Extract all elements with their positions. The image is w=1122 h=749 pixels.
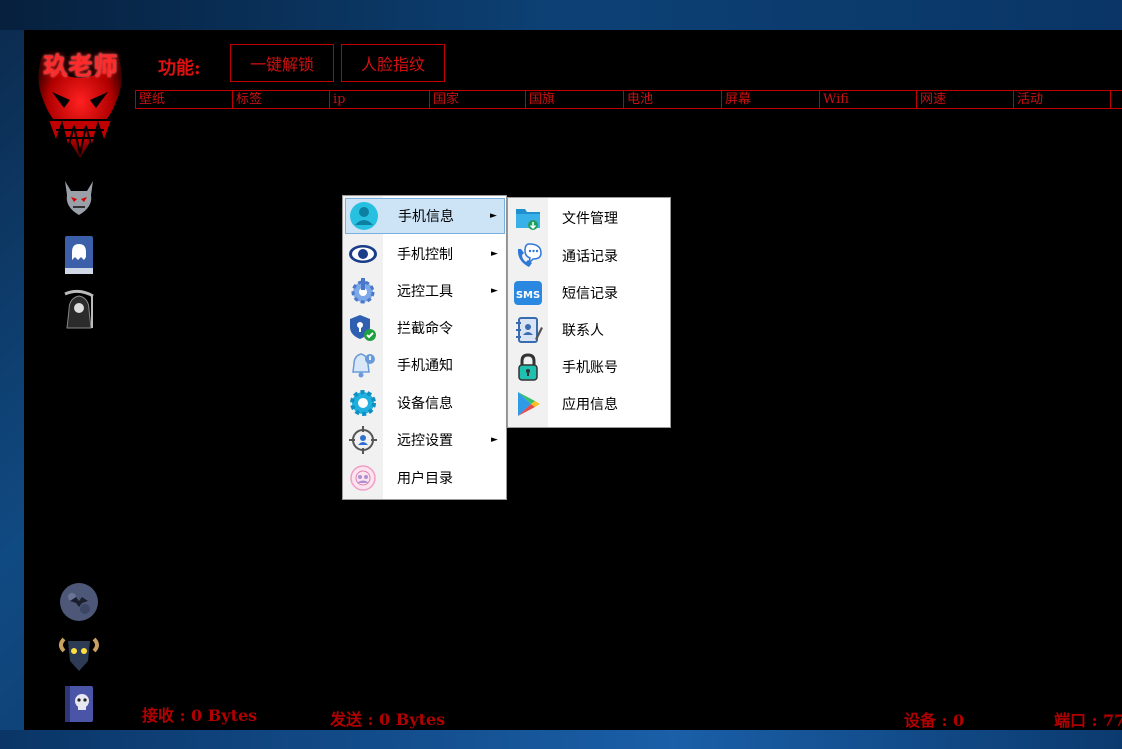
submenu-item-label: 短信记录 xyxy=(562,286,618,302)
menu-item-label: 用户目录 xyxy=(397,471,453,487)
padlock-icon xyxy=(510,349,546,385)
column-header[interactable]: 电池 xyxy=(623,91,721,108)
target-user-icon xyxy=(345,422,381,458)
column-header[interactable]: 活动 xyxy=(1013,91,1110,108)
sms-text: SMS xyxy=(516,290,540,301)
user-directory-icon xyxy=(345,460,381,496)
device-table-header: 壁纸 标签 ip 国家 国旗 电池 屏幕 Wifi 网速 活动 xyxy=(135,90,1122,109)
menu-item-phone-info[interactable]: 手机信息 ► xyxy=(345,198,505,234)
contact-icon xyxy=(346,198,382,234)
column-header[interactable]: 屏幕 xyxy=(721,91,819,108)
menu-item-device-info[interactable]: 设备信息 xyxy=(345,385,505,421)
menu-item-label: 拦截命令 xyxy=(397,321,453,337)
menu-item-remote-settings[interactable]: 远控设置 ► xyxy=(345,422,505,458)
function-label: 功能: xyxy=(158,58,201,79)
menu-item-label: 手机通知 xyxy=(397,358,453,374)
submenu-item-sms-log[interactable]: SMS 短信记录 xyxy=(510,275,668,311)
submenu-item-label: 应用信息 xyxy=(562,397,618,413)
send-bytes-status: 发送 : 0 Bytes xyxy=(330,710,446,729)
skull-book-icon[interactable] xyxy=(57,682,101,726)
desktop-background-top xyxy=(0,0,1122,30)
submenu-item-label: 手机账号 xyxy=(562,360,618,376)
submenu-arrow-icon: ► xyxy=(491,435,498,445)
face-fingerprint-button[interactable]: 人脸指纹 xyxy=(341,44,445,82)
folder-icon xyxy=(510,200,546,236)
bell-icon xyxy=(345,347,381,383)
submenu-item-contacts[interactable]: 联系人 xyxy=(510,312,668,348)
play-store-icon xyxy=(510,386,546,422)
shield-icon xyxy=(345,310,381,346)
settings-icon xyxy=(345,385,381,421)
submenu-item-label: 文件管理 xyxy=(562,211,618,227)
gear-tool-icon xyxy=(345,273,381,309)
submenu-arrow-icon: ► xyxy=(491,286,498,296)
menu-item-remote-tools[interactable]: 远控工具 ► xyxy=(345,273,505,309)
column-header[interactable]: 国家 xyxy=(429,91,525,108)
menu-item-phone-control[interactable]: 手机控制 ► xyxy=(345,236,505,272)
menu-item-label: 设备信息 xyxy=(397,396,453,412)
app-logo: 玖老师 xyxy=(30,36,130,160)
menu-item-label: 远控工具 xyxy=(397,284,453,300)
submenu-item-app-info[interactable]: 应用信息 xyxy=(510,386,668,422)
menu-item-user-directory[interactable]: 用户目录 xyxy=(345,460,505,496)
column-header[interactable]: ip xyxy=(329,91,429,108)
ram-skull-icon[interactable] xyxy=(57,630,101,674)
port-status: 端口 : 77 xyxy=(1054,711,1122,730)
ghost-book-icon[interactable] xyxy=(57,233,101,277)
devil-mask-icon[interactable] xyxy=(57,175,101,219)
submenu-item-phone-account[interactable]: 手机账号 xyxy=(510,349,668,385)
column-header[interactable] xyxy=(1110,91,1122,108)
device-context-menu: 手机信息 ► 手机控制 ► 远控工具 ► 拦截命令 手机通知 设备信息 远控设置… xyxy=(342,195,507,500)
column-header[interactable]: Wifi xyxy=(819,91,916,108)
menu-item-label: 手机控制 xyxy=(397,247,453,263)
logo-text: 玖老师 xyxy=(43,51,119,80)
desktop-background-bottom xyxy=(0,730,1122,749)
submenu-item-file-manager[interactable]: 文件管理 xyxy=(510,200,668,236)
column-header[interactable]: 网速 xyxy=(916,91,1013,108)
menu-item-phone-notifications[interactable]: 手机通知 xyxy=(345,347,505,383)
submenu-item-call-log[interactable]: 通话记录 xyxy=(510,238,668,274)
submenu-item-label: 联系人 xyxy=(562,323,604,339)
moon-bat-icon[interactable] xyxy=(57,580,101,624)
menu-item-label: 手机信息 xyxy=(398,209,454,225)
eye-icon xyxy=(345,236,381,272)
sms-icon: SMS xyxy=(510,275,546,311)
phone-info-submenu: 文件管理 通话记录 SMS 短信记录 联系人 手机账号 应用信息 xyxy=(507,197,671,428)
one-click-unlock-button[interactable]: 一键解锁 xyxy=(230,44,334,82)
address-book-icon xyxy=(510,312,546,348)
device-count-status: 设备 : 0 xyxy=(904,711,965,730)
menu-item-intercept-command[interactable]: 拦截命令 xyxy=(345,310,505,346)
submenu-arrow-icon: ► xyxy=(491,249,498,259)
column-header[interactable]: 国旗 xyxy=(525,91,623,108)
grim-reaper-icon[interactable] xyxy=(57,287,101,331)
column-header[interactable]: 标签 xyxy=(232,91,329,108)
submenu-arrow-icon: ► xyxy=(490,211,497,221)
column-header[interactable]: 壁纸 xyxy=(135,91,232,108)
phone-call-icon xyxy=(510,238,546,274)
receive-bytes-status: 接收 : 0 Bytes xyxy=(142,706,258,725)
submenu-item-label: 通话记录 xyxy=(562,249,618,265)
menu-item-label: 远控设置 xyxy=(397,433,453,449)
